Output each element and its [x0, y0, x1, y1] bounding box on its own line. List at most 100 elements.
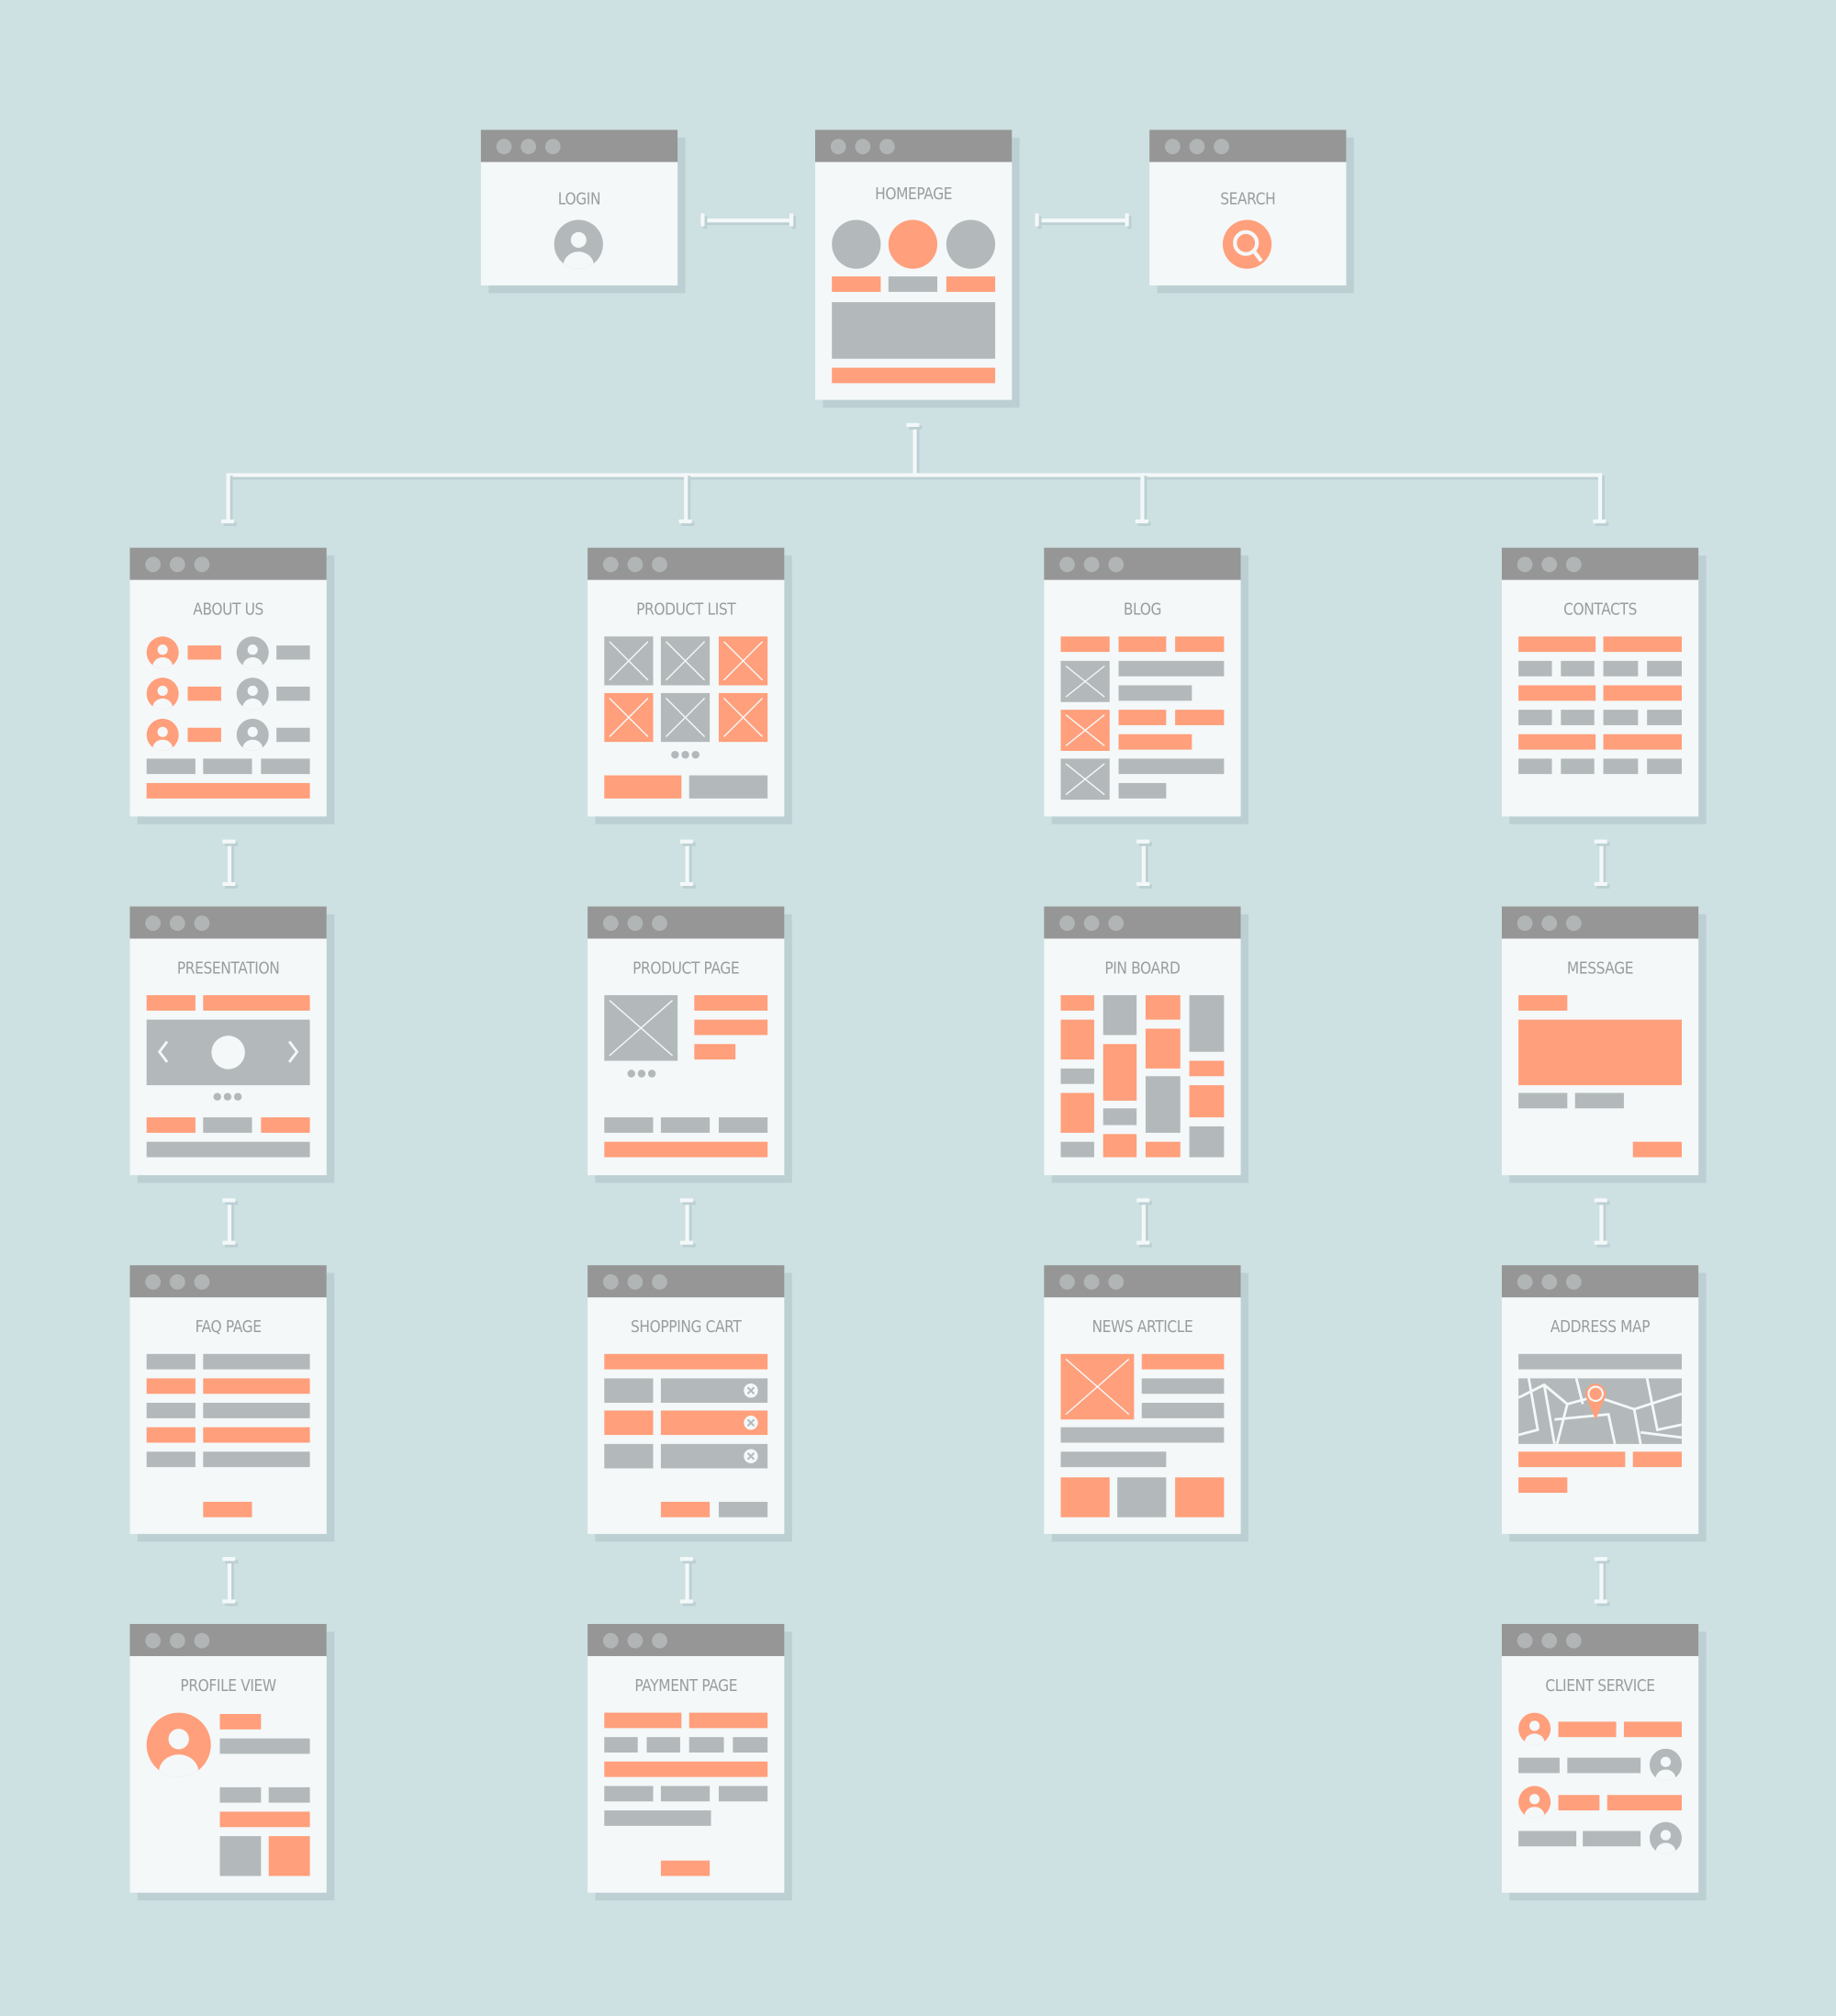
- content-block: [146, 1117, 196, 1133]
- content-block: [1518, 758, 1552, 775]
- content-block: [1574, 1092, 1624, 1109]
- content-block: [1060, 1451, 1167, 1468]
- page-wireframe: [832, 219, 996, 384]
- pin-head: [1587, 1385, 1604, 1403]
- content-block: [1103, 995, 1137, 1036]
- content-block: [1567, 1757, 1641, 1774]
- content-block: [694, 1044, 736, 1060]
- page-card-shopping-cart[interactable]: SHOPPING CART: [588, 1265, 785, 1534]
- page-card-news-article[interactable]: NEWS ARTICLE: [1044, 1265, 1241, 1534]
- page-card-presentation[interactable]: PRESENTATION: [129, 906, 327, 1176]
- page-wireframe: [146, 636, 310, 799]
- connector-cap: [679, 1198, 693, 1203]
- page-card-contacts[interactable]: CONTACTS: [1501, 547, 1699, 817]
- page-card-pin-board[interactable]: PIN BOARD: [1044, 906, 1241, 1176]
- page-wireframe: [146, 1353, 310, 1518]
- page-card-search[interactable]: SEARCH: [1149, 129, 1347, 286]
- page-card-address-map[interactable]: ADDRESS MAP: [1501, 1265, 1699, 1534]
- connector-cap: [222, 1557, 236, 1562]
- avatar-body: [1524, 1733, 1545, 1745]
- avatar-body: [1655, 1842, 1676, 1854]
- content-block: [1060, 995, 1094, 1011]
- content-block: [604, 1786, 654, 1802]
- content-block: [1060, 1068, 1094, 1084]
- content-block: [1118, 660, 1225, 677]
- page-card-payment-page[interactable]: PAYMENT PAGE: [588, 1623, 785, 1893]
- page-card-homepage[interactable]: HOMEPAGE: [814, 129, 1013, 400]
- image-placeholder-icon: [718, 636, 768, 686]
- page-wireframe: [1060, 995, 1225, 1158]
- connector-line: [227, 1198, 231, 1245]
- page-card-about-us[interactable]: ABOUT US: [129, 547, 327, 817]
- content-block: [1603, 685, 1682, 701]
- page-card-blog[interactable]: BLOG: [1044, 547, 1241, 817]
- content-block: [1518, 1353, 1682, 1370]
- content-block: [604, 1353, 768, 1370]
- content-block: [660, 1501, 711, 1518]
- content-block: [718, 1501, 768, 1518]
- pagination-dot: [213, 1092, 221, 1101]
- image-circle: [888, 219, 938, 269]
- image-placeholder-icon: [718, 692, 768, 743]
- sitemap-diagram: LOGIN HOMEPAGE SEARCH ABOUT US PRESENTATION F…: [0, 0, 1836, 2016]
- content-block: [1060, 1141, 1094, 1158]
- search-icon: [1222, 219, 1272, 269]
- connector-cap: [222, 1240, 236, 1245]
- content-block: [1518, 636, 1596, 653]
- content-block: [688, 1712, 768, 1729]
- content-block: [604, 1117, 654, 1133]
- page-card-message[interactable]: MESSAGE: [1501, 906, 1699, 1176]
- content-block: [1175, 1477, 1225, 1518]
- connector-cap: [222, 881, 236, 887]
- remove-icon: [744, 1416, 758, 1430]
- page-card-profile-view[interactable]: PROFILE VIEW: [129, 1623, 327, 1893]
- content-block: [203, 1353, 310, 1370]
- content-block: [1561, 660, 1595, 677]
- connector-cap: [1594, 1240, 1607, 1245]
- image-circle: [946, 219, 996, 269]
- avatar-body: [1655, 1769, 1676, 1781]
- connector-cap: [1035, 213, 1039, 227]
- image-placeholder-icon: [1060, 710, 1110, 751]
- content-block: [261, 1117, 310, 1133]
- avatar-head: [247, 685, 258, 697]
- content-block: [688, 1737, 724, 1753]
- user-avatar-icon: [1518, 1786, 1551, 1819]
- user-avatar-icon: [236, 678, 269, 711]
- content-block: [1603, 758, 1639, 775]
- page-card-product-page[interactable]: PRODUCT PAGE: [588, 906, 785, 1176]
- connector-line: [700, 218, 794, 222]
- page-card-client-service[interactable]: CLIENT SERVICE: [1501, 1623, 1699, 1893]
- content-block: [1189, 1060, 1225, 1077]
- content-block: [604, 1761, 768, 1777]
- page-card-product-list[interactable]: PRODUCT LIST: [588, 547, 785, 817]
- content-block: [660, 1117, 711, 1133]
- connector-cap: [1136, 1240, 1150, 1245]
- content-block: [1103, 1108, 1137, 1126]
- content-block: [219, 1713, 262, 1730]
- connector-cap: [1594, 839, 1607, 844]
- page-wireframe: [1060, 1353, 1225, 1518]
- content-block: [1518, 1831, 1577, 1847]
- content-block: [946, 276, 996, 292]
- content-block: [1561, 710, 1595, 725]
- content-block: [268, 1836, 310, 1876]
- avatar-body: [563, 252, 594, 269]
- content-block: [694, 1019, 768, 1036]
- page-card-login[interactable]: LOGIN: [480, 129, 678, 286]
- pagination-dot: [691, 750, 700, 759]
- content-block: [1175, 710, 1225, 725]
- avatar-head: [168, 1729, 189, 1750]
- content-block: [1141, 1378, 1225, 1394]
- content-block: [146, 758, 196, 775]
- user-avatar-icon: [1649, 1748, 1682, 1781]
- content-block: [203, 1403, 310, 1418]
- user-avatar-icon: [146, 636, 179, 669]
- avatar-body: [152, 657, 174, 669]
- content-block: [1060, 1477, 1110, 1518]
- content-block: [146, 1451, 196, 1468]
- page-card-faq-page[interactable]: FAQ PAGE: [129, 1265, 327, 1534]
- avatar-head: [1660, 1830, 1672, 1841]
- content-block: [733, 1737, 768, 1753]
- avatar-body: [242, 657, 263, 669]
